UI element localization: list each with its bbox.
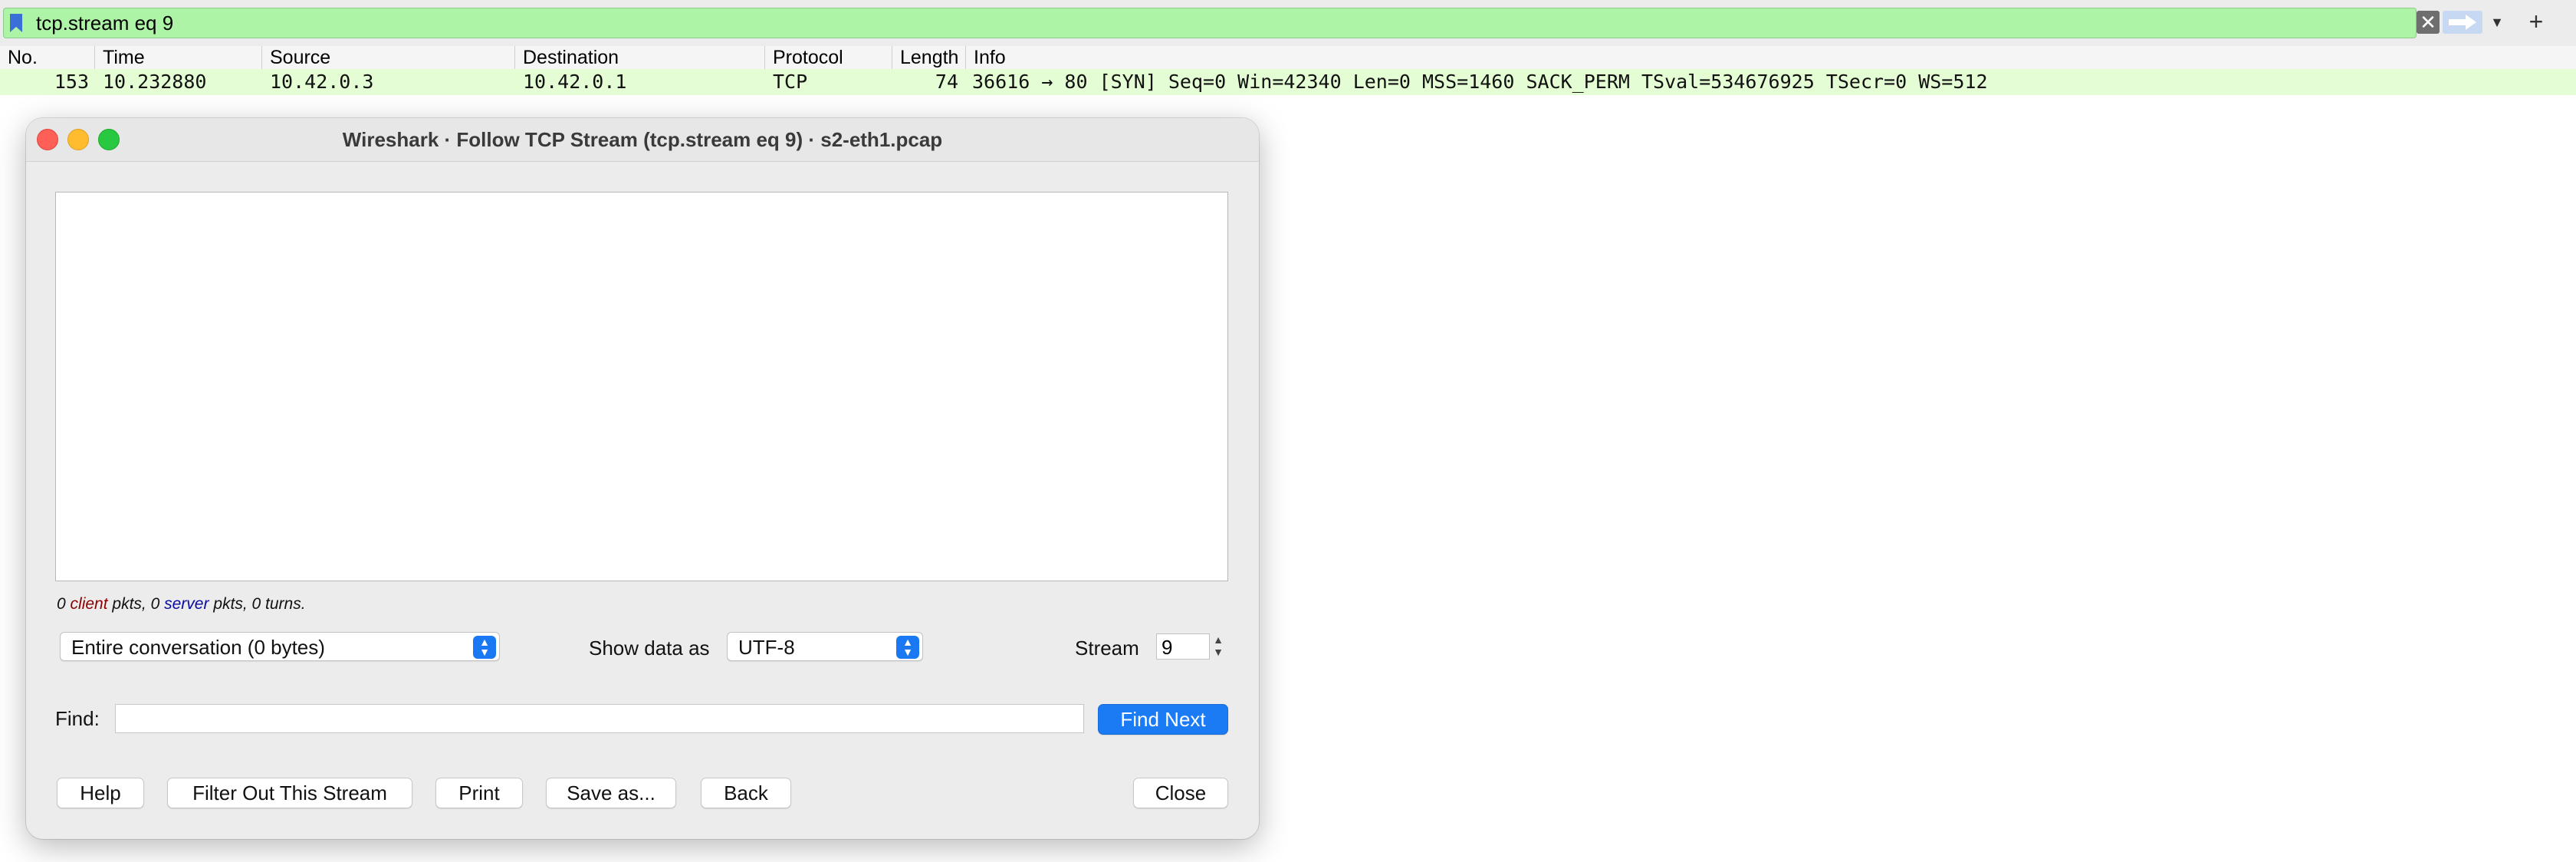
stream-number-field[interactable]: 9: [1156, 633, 1210, 660]
column-header-no[interactable]: No.: [0, 46, 95, 69]
chevron-down-icon[interactable]: ▼: [2487, 11, 2507, 34]
arrow-right-icon[interactable]: [2443, 11, 2482, 34]
stream-stepper-icon[interactable]: ▲ ▼: [1210, 633, 1227, 661]
find-input[interactable]: [115, 704, 1084, 733]
column-header-destination[interactable]: Destination: [515, 46, 765, 69]
packet-row[interactable]: 153 10.232880 10.42.0.3 10.42.0.1 TCP 74…: [0, 69, 2576, 95]
dialog-titlebar[interactable]: Wireshark · Follow TCP Stream (tcp.strea…: [26, 118, 1259, 162]
close-button[interactable]: Close: [1133, 778, 1228, 808]
packet-time: 10.232880: [103, 71, 207, 93]
show-data-select[interactable]: UTF-8 ▲ ▼: [727, 632, 923, 661]
client-label: client: [70, 595, 108, 613]
clear-icon[interactable]: ✕: [2417, 11, 2440, 34]
column-header-length[interactable]: Length: [892, 46, 966, 69]
column-header-source[interactable]: Source: [262, 46, 515, 69]
server-label: server: [164, 595, 209, 613]
back-button[interactable]: Back: [701, 778, 791, 808]
find-label: Find:: [55, 707, 100, 730]
help-button[interactable]: Help: [57, 778, 144, 808]
server-pkts-count: 0: [150, 595, 160, 613]
packet-length: 74: [935, 71, 958, 93]
stream-label: Stream: [1075, 637, 1139, 660]
follow-tcp-stream-dialog: Wireshark · Follow TCP Stream (tcp.strea…: [26, 118, 1259, 839]
select-arrows-icon: ▲ ▼: [473, 636, 496, 659]
packet-info: 36616 → 80 [SYN] Seq=0 Win=42340 Len=0 M…: [972, 71, 1988, 93]
stream-stats: 0 client pkts, 0 server pkts, 0 turns.: [57, 595, 306, 614]
conversation-select-value: Entire conversation (0 bytes): [71, 636, 325, 659]
client-pkts-count: 0: [57, 595, 66, 613]
add-filter-button[interactable]: +: [2522, 8, 2550, 35]
dialog-title: Wireshark · Follow TCP Stream (tcp.strea…: [342, 128, 943, 151]
bookmark-icon[interactable]: [8, 13, 24, 33]
display-filter-text: tcp.stream eq 9: [36, 12, 174, 35]
print-button[interactable]: Print: [435, 778, 523, 808]
display-filter-input[interactable]: tcp.stream eq 9: [3, 8, 2417, 38]
show-data-label: Show data as: [589, 637, 710, 660]
packet-no: 153: [54, 71, 89, 93]
find-next-button[interactable]: Find Next: [1098, 704, 1228, 735]
select-arrows-icon: ▲ ▼: [896, 636, 919, 659]
packet-list-header: No. Time Source Destination Protocol Len…: [0, 46, 2576, 70]
column-header-info[interactable]: Info: [966, 46, 2576, 69]
conversation-select[interactable]: Entire conversation (0 bytes) ▲ ▼: [60, 632, 500, 661]
stats-mid-text: pkts,: [112, 595, 151, 613]
packet-protocol: TCP: [773, 71, 808, 93]
packet-source: 10.42.0.3: [270, 71, 374, 93]
packet-destination: 10.42.0.1: [523, 71, 627, 93]
column-header-protocol[interactable]: Protocol: [765, 46, 892, 69]
filter-out-stream-button[interactable]: Filter Out This Stream: [167, 778, 412, 808]
show-data-select-value: UTF-8: [738, 636, 795, 659]
stats-tail-text: pkts, 0 turns.: [213, 595, 306, 613]
save-as-button[interactable]: Save as...: [546, 778, 676, 808]
column-header-time[interactable]: Time: [95, 46, 262, 69]
stream-content-area[interactable]: [55, 192, 1228, 581]
display-filter-toolbar: tcp.stream eq 9 ✕ ▼ +: [0, 0, 2576, 47]
